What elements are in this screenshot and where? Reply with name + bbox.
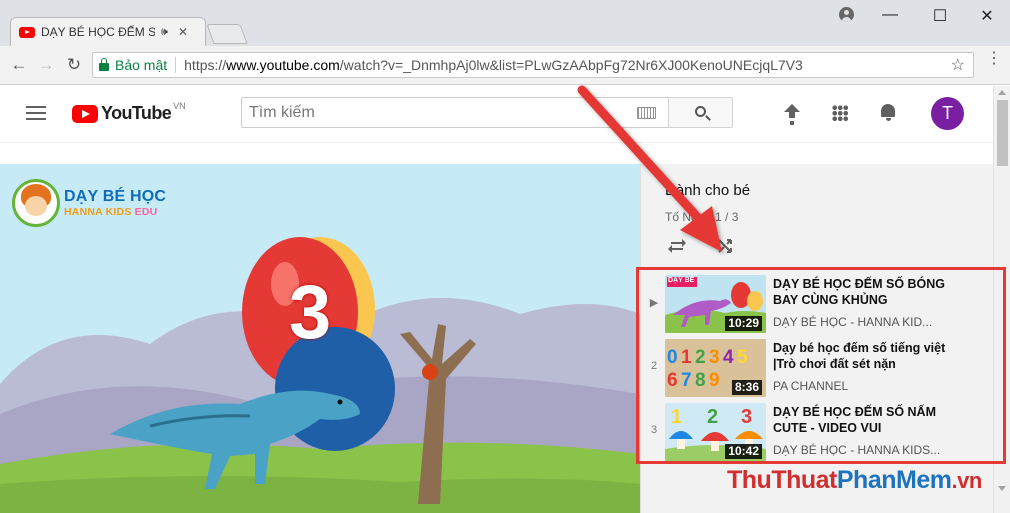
youtube-region-label: VN	[173, 101, 186, 111]
watermark-part: .vn	[951, 468, 982, 493]
now-playing-icon: ▶	[649, 297, 659, 309]
address-bar[interactable]: Bảo mật https://www.youtube.com/watch?v=…	[92, 52, 974, 78]
keyboard-icon[interactable]	[637, 107, 656, 119]
video-duration: 10:29	[725, 316, 762, 331]
video-channel[interactable]: PA CHANNEL	[773, 379, 963, 393]
browser-tab-active[interactable]: DẠY BÉ HỌC ĐẾM SỐ 🕪 ✕	[10, 17, 206, 46]
search-input[interactable]: Tìm kiếm	[241, 97, 669, 128]
upload-icon[interactable]	[784, 104, 800, 124]
loop-icon[interactable]	[667, 238, 687, 254]
channel-logo: DẠY BÉ HỌC HANNA KIDS EDU	[12, 179, 166, 227]
video-player[interactable]: DẠY BÉ HỌC HANNA KIDS EDU 3	[0, 164, 640, 513]
playlist-items: ▶ 10:29 DẠY BÉ DẠY BÉ HỌC ĐẾM SỐ BÓNG BA…	[641, 272, 994, 464]
forward-icon[interactable]: →	[35, 55, 57, 75]
profile-icon[interactable]	[839, 7, 854, 22]
youtube-favicon-icon	[19, 26, 35, 38]
channel-logo-sub1: HANNA KIDS	[64, 206, 132, 218]
video-channel[interactable]: DẠY BÉ HỌC - HANNA KID...	[773, 315, 963, 329]
page-scrollbar[interactable]	[993, 86, 1010, 513]
browser-titlebar: DẠY BÉ HỌC ĐẾM SỐ 🕪 ✕ — ☐ ✕	[0, 0, 1010, 46]
video-channel[interactable]: DẠY BÉ HỌC - HANNA KIDS...	[773, 443, 963, 457]
playlist-title[interactable]: Dành cho bé	[665, 182, 750, 199]
playlist-item[interactable]: 3 1 2 3 10:42 DẠY BÉ HỌC ĐẾM SỐ NẤM CUTE -…	[641, 400, 994, 464]
omnibox-divider	[175, 57, 177, 73]
search-placeholder: Tìm kiếm	[249, 103, 315, 121]
reload-icon[interactable]: ↻	[63, 55, 85, 75]
svg-text:8: 8	[695, 370, 706, 391]
search-button[interactable]	[668, 97, 733, 128]
playlist-subtitle: Tố Nga - 1 / 3	[665, 210, 739, 224]
balloon-number: 3	[288, 270, 332, 355]
browser-toolbar: ← → ↻ Bảo mật https://www.youtube.com/wa…	[0, 46, 1010, 85]
svg-text:3: 3	[709, 347, 720, 368]
speaker-icon[interactable]: 🕪	[161, 26, 168, 39]
channel-logo-title: DẠY BÉ HỌC	[64, 188, 167, 205]
tab-title: DẠY BÉ HỌC ĐẾM SỐ	[41, 25, 155, 39]
url-host: www.youtube.com	[226, 57, 340, 73]
scrollbar-thumb[interactable]	[997, 100, 1008, 166]
url-path: /watch?v=_DnmhpAj0lw&list=PLwGzAAbpFg72N…	[339, 57, 803, 73]
playlist-item[interactable]: ▶ 10:29 DẠY BÉ DẠY BÉ HỌC ĐẾM SỐ BÓNG BA…	[641, 272, 994, 336]
svg-text:7: 7	[681, 370, 692, 391]
youtube-logo-text: YouTube	[101, 103, 172, 123]
hamburger-menu-icon[interactable]	[26, 106, 46, 120]
video-duration: 10:42	[725, 444, 762, 459]
youtube-logo[interactable]: YouTube VN	[72, 101, 186, 124]
youtube-play-icon	[72, 104, 98, 123]
window-minimize-button[interactable]: —	[880, 6, 900, 24]
playlist-panel: Dành cho bé Tố Nga - 1 / 3 ▶ 10:29 DẠY B…	[640, 164, 993, 513]
youtube-header: YouTube VN Tìm kiếm T	[0, 86, 993, 143]
new-tab-button[interactable]	[206, 24, 248, 44]
svg-text:1: 1	[671, 406, 682, 428]
channel-logo-sub2: EDU	[134, 206, 158, 218]
search-icon	[695, 106, 706, 117]
scroll-up-icon[interactable]	[998, 90, 1006, 95]
playlist-item-index: 3	[650, 424, 658, 436]
svg-text:1: 1	[681, 347, 692, 368]
apps-grid-icon[interactable]	[832, 105, 848, 121]
secure-label: Bảo mật	[115, 57, 168, 73]
svg-text:2: 2	[695, 347, 706, 368]
video-title[interactable]: Dạy bé học đếm số tiếng việt |Trò chơi đ…	[773, 340, 963, 372]
back-icon[interactable]: ←	[8, 55, 30, 75]
site-watermark: ThuThuatPhanMem.vn	[727, 466, 982, 495]
browser-menu-icon[interactable]: ⋮	[986, 51, 1002, 67]
video-thumbnail[interactable]: 1 2 3 10:42	[665, 403, 766, 461]
lock-icon	[99, 58, 109, 71]
bookmark-star-icon[interactable]: ☆	[951, 55, 965, 75]
video-title[interactable]: DẠY BÉ HỌC ĐẾM SỐ BÓNG BAY CÙNG KHỦNG	[773, 276, 963, 308]
avatar[interactable]: T	[931, 97, 964, 130]
svg-text:5: 5	[737, 347, 748, 368]
window-maximize-button[interactable]: ☐	[930, 6, 950, 26]
watermark-part: Thuat	[771, 466, 837, 494]
svg-text:0: 0	[667, 347, 678, 368]
svg-text:3: 3	[741, 406, 752, 428]
tab-close-icon[interactable]: ✕	[178, 25, 188, 39]
watermark-part: PhanMem	[836, 466, 952, 494]
video-thumbnail[interactable]: 012 345 6789 8:36	[665, 339, 766, 397]
watermark-part: Thu	[727, 466, 772, 494]
thumbnail-badge: DẠY BÉ	[668, 277, 695, 284]
svg-text:2: 2	[707, 406, 718, 428]
window-close-button[interactable]: ✕	[977, 6, 997, 26]
video-title[interactable]: DẠY BÉ HỌC ĐẾM SỐ NẤM CUTE - VIDEO VUI	[773, 404, 963, 436]
url-protocol: https://	[184, 57, 227, 73]
svg-text:6: 6	[667, 370, 678, 391]
kid-mascot-icon	[12, 179, 60, 227]
shuffle-icon[interactable]	[715, 238, 735, 254]
svg-text:9: 9	[709, 370, 720, 391]
svg-text:4: 4	[723, 347, 734, 368]
notifications-bell-icon[interactable]	[880, 103, 896, 121]
video-duration: 8:36	[731, 380, 762, 395]
scroll-down-icon[interactable]	[998, 486, 1006, 491]
playlist-item[interactable]: 2 012 345 6789 8:36 Dạy bé học đếm số ti…	[641, 336, 994, 400]
playlist-item-index: 2	[650, 360, 658, 372]
